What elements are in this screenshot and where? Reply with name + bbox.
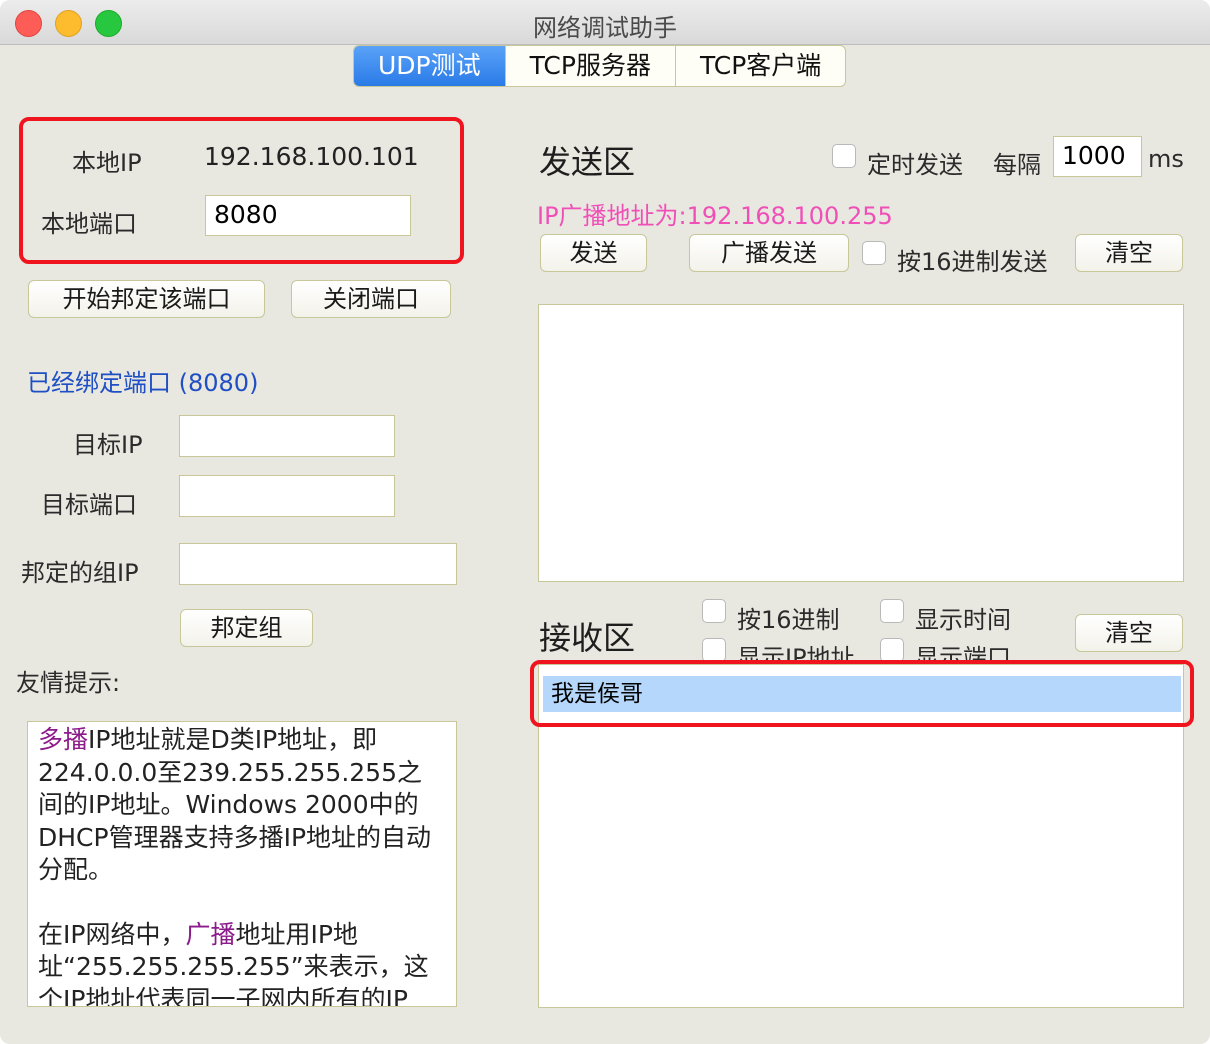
send-text-area[interactable] xyxy=(538,304,1184,582)
target-ip-input[interactable] xyxy=(179,415,395,457)
start-bind-button[interactable]: 开始邦定该端口 xyxy=(28,280,265,318)
tab-udp[interactable]: UDP测试 xyxy=(354,46,506,86)
broadcast-address-info: IP广播地址为:192.168.100.255 xyxy=(537,202,893,230)
app-window: 网络调试助手 UDP测试 TCP服务器 TCP客户端 本地IP 192.168.… xyxy=(0,0,1210,1044)
close-port-button[interactable]: 关闭端口 xyxy=(291,280,451,318)
target-port-label: 目标端口 xyxy=(41,491,137,519)
show-ip-checkbox[interactable] xyxy=(702,638,726,662)
hex-send-label: 按16进制发送 xyxy=(897,248,1048,276)
local-port-input[interactable]: 8080 xyxy=(205,195,411,236)
group-ip-label: 邦定的组IP xyxy=(21,559,139,587)
tab-tcp-server[interactable]: TCP服务器 xyxy=(506,46,676,86)
hex-send-checkbox[interactable] xyxy=(862,241,886,265)
tips-text-area[interactable]: 多播IP地址就是D类IP地址，即224.0.0.0至239.255.255.25… xyxy=(27,721,457,1007)
received-message-highlight xyxy=(530,660,1194,727)
interval-input[interactable]: 1000 xyxy=(1053,136,1142,177)
title-bar: 网络调试助手 xyxy=(0,0,1210,45)
show-ip-label: 显示IP地址 xyxy=(737,644,855,662)
interval-unit: ms xyxy=(1148,145,1184,173)
tab-bar: UDP测试 TCP服务器 TCP客户端 xyxy=(353,45,847,87)
local-settings-highlight xyxy=(19,117,464,264)
target-port-input[interactable] xyxy=(179,475,395,517)
local-port-label: 本地端口 xyxy=(41,210,137,238)
group-ip-input[interactable] xyxy=(179,543,457,585)
broadcast-send-button[interactable]: 广播发送 xyxy=(689,234,849,272)
tips-title: 友情提示: xyxy=(16,669,121,697)
show-time-checkbox[interactable] xyxy=(880,599,904,623)
show-time-label: 显示时间 xyxy=(915,606,1011,634)
local-ip-label: 本地IP xyxy=(72,149,142,177)
local-ip-value: 192.168.100.101 xyxy=(204,142,419,171)
tips-paragraph-2-start: 在IP网络中， xyxy=(38,919,186,949)
send-area-title: 发送区 xyxy=(539,143,636,181)
timed-send-label: 定时发送 xyxy=(867,151,963,179)
hex-receive-checkbox[interactable] xyxy=(702,599,726,623)
tab-tcp-client[interactable]: TCP客户端 xyxy=(676,46,845,86)
clear-send-button[interactable]: 清空 xyxy=(1075,234,1183,272)
bind-group-button[interactable]: 邦定组 xyxy=(180,609,313,647)
send-button[interactable]: 发送 xyxy=(540,234,647,272)
hex-receive-label: 按16进制 xyxy=(737,606,840,634)
target-ip-label: 目标IP xyxy=(73,431,143,459)
clear-receive-button[interactable]: 清空 xyxy=(1075,614,1183,652)
show-port-label: 显示端口 xyxy=(915,644,1011,662)
tips-broadcast-highlight: 广播 xyxy=(185,919,236,949)
bind-status: 已经绑定端口 (8080) xyxy=(27,369,259,397)
tips-multicast-highlight: 多播 xyxy=(38,725,89,754)
interval-label: 每隔 xyxy=(993,151,1041,179)
timed-send-checkbox[interactable] xyxy=(832,144,856,168)
receive-options-row-2: 显示IP地址 显示端口 xyxy=(695,634,1035,662)
window-title: 网络调试助手 xyxy=(533,14,677,42)
show-port-checkbox[interactable] xyxy=(880,638,904,662)
receive-area-title: 接收区 xyxy=(539,619,636,657)
tips-paragraph-1: IP地址就是D类IP地址，即224.0.0.0至239.255.255.255之… xyxy=(38,725,432,884)
